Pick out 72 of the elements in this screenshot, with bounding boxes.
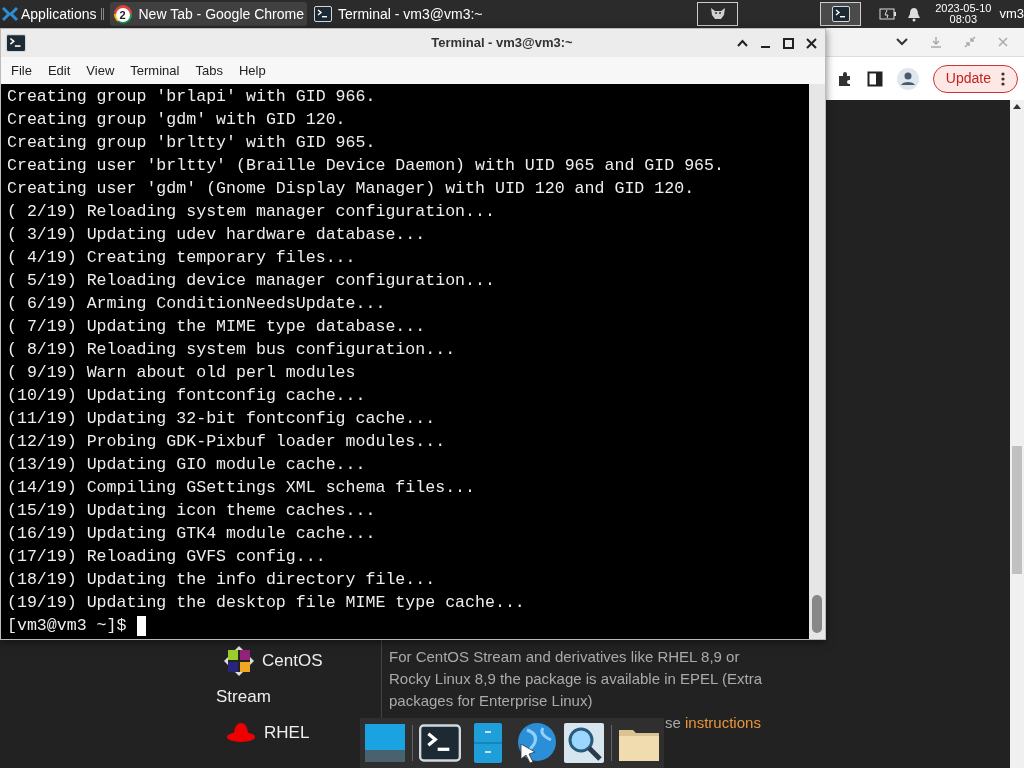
cat-icon bbox=[708, 6, 727, 22]
terminal-line: Creating group 'gdm' with GID 120. bbox=[7, 109, 347, 131]
applications-icon bbox=[2, 6, 18, 22]
globe-with-cursor-icon[interactable] bbox=[515, 722, 557, 764]
panel-date: 2023-05-10 bbox=[935, 3, 992, 14]
puzzle-piece-icon[interactable] bbox=[836, 70, 853, 87]
taskbar-item[interactable]: Terminal - vm3@vm3:~ bbox=[311, 2, 486, 26]
user-name: vm3 bbox=[999, 5, 1024, 24]
terminal-line: (19/19) Updating the desktop file MIME type cache... bbox=[7, 592, 526, 614]
terminal-line: ( 4/19) Creating temporary files... bbox=[7, 247, 357, 269]
hat-logo-icon bbox=[226, 721, 256, 744]
notification-bell-icon[interactable] bbox=[907, 6, 922, 22]
maximize-icon[interactable] bbox=[783, 37, 794, 49]
more-options-icon bbox=[1001, 71, 1005, 86]
terminal-line: ( 8/19) Reloading system bus configuration... bbox=[7, 339, 457, 361]
terminal-line: (15/19) Updating icon theme caches... bbox=[7, 500, 377, 522]
distro-name: RHEL bbox=[264, 721, 310, 744]
terminal-line: Creating user 'gdm' (Gnome Display Manager) with UID 120 and GID 120. bbox=[7, 178, 696, 200]
terminal-line: ( 5/19) Reloading device manager configuration... bbox=[7, 270, 496, 292]
roll-up-icon[interactable] bbox=[737, 39, 748, 47]
window-title: Terminal - vm3@vm3:~ bbox=[430, 34, 574, 53]
terminal-line: (10/19) Updating fontconfig cache... bbox=[7, 385, 367, 407]
terminal-line: (11/19) Updating 32-bit fontconfig cache... bbox=[7, 408, 437, 430]
terminal-line: Creating user 'brltty' (Braille Device Daemon) with UID 965 and GID 965. bbox=[7, 155, 725, 177]
desktop-icon[interactable] bbox=[364, 722, 406, 764]
centos-logo-icon bbox=[224, 646, 254, 676]
terminal-line: Creating group 'brlapi' with GID 966. bbox=[7, 86, 377, 108]
terminal-line: ( 6/19) Arming ConditionNeedsUpdate... bbox=[7, 293, 387, 315]
panel-handle-icon bbox=[100, 8, 104, 20]
terminal-app-icon bbox=[5, 34, 27, 52]
scroll-up-arrow-icon[interactable] bbox=[1013, 104, 1021, 109]
terminal-line: (17/19) Reloading GVFS config... bbox=[7, 546, 327, 568]
shell-prompt: [vm3@vm3 ~]$ bbox=[7, 615, 127, 637]
update-button[interactable]: Update bbox=[932, 64, 1018, 93]
text-cursor bbox=[136, 615, 146, 636]
scrollbar-thumb[interactable] bbox=[1012, 446, 1022, 574]
profile-avatar-icon[interactable] bbox=[896, 67, 919, 90]
chevron-down-icon[interactable] bbox=[896, 38, 908, 46]
panel-launcher[interactable] bbox=[697, 2, 739, 26]
terminal-line: ( 9/19) Warn about old perl modules bbox=[7, 362, 357, 384]
panel-launcher[interactable] bbox=[820, 2, 862, 26]
battery-icon bbox=[879, 8, 898, 20]
applications-menu-button[interactable]: Applications bbox=[0, 1, 101, 27]
menu-item[interactable]: Edit bbox=[41, 60, 77, 81]
distro-name: Stream bbox=[216, 686, 271, 708]
panel-time: 08:03 bbox=[949, 14, 978, 25]
terminal-line: (16/19) Updating GTK4 module cache... bbox=[7, 523, 377, 545]
side-panel-icon[interactable] bbox=[866, 70, 883, 87]
search-icon[interactable] bbox=[563, 722, 605, 764]
terminal-icon[interactable] bbox=[419, 722, 461, 764]
note-text-fragment: se bbox=[665, 714, 682, 731]
menu-item[interactable]: Tabs bbox=[189, 60, 229, 81]
scrollbar-thumb[interactable] bbox=[812, 595, 822, 633]
terminal-line: (14/19) Compiling GSettings XML schema files... bbox=[7, 477, 477, 499]
instructions-link[interactable]: instructions bbox=[685, 714, 761, 731]
terminal-line: ( 7/19) Updating the MIME type database... bbox=[7, 316, 427, 338]
menu-item[interactable]: View bbox=[80, 60, 121, 81]
terminal-line: Creating group 'brltty' with GID 965. bbox=[7, 132, 377, 154]
taskbar-item[interactable]: 2 New Tab - Google Chrome bbox=[109, 2, 307, 26]
terminal-line: (18/19) Updating the info directory file... bbox=[7, 569, 437, 591]
terminal-line: ( 2/19) Reloading system manager configuration... bbox=[7, 201, 496, 223]
menu-item[interactable]: Help bbox=[232, 60, 272, 81]
install-note-paragraph: For CentOS Stream and derivatives like RHEL 8,9 or Rocky Linux 8,9 the package is available in EPEL (Extra packages for Enterprise Linux) bbox=[389, 647, 763, 711]
terminal-line: (13/19) Updating GIO module cache... bbox=[7, 454, 367, 476]
menu-item[interactable]: File bbox=[5, 60, 38, 81]
terminal-line: ( 3/19) Updating udev hardware database... bbox=[7, 224, 427, 246]
distro-name: CentOS bbox=[262, 650, 323, 673]
terminal-icon bbox=[314, 6, 332, 22]
terminal-line: (12/19) Probing GDK-Pixbuf loader modules... bbox=[7, 431, 447, 453]
menu-item[interactable]: Terminal bbox=[124, 60, 186, 81]
terminal-icon bbox=[831, 6, 850, 22]
close-icon[interactable] bbox=[806, 37, 817, 49]
